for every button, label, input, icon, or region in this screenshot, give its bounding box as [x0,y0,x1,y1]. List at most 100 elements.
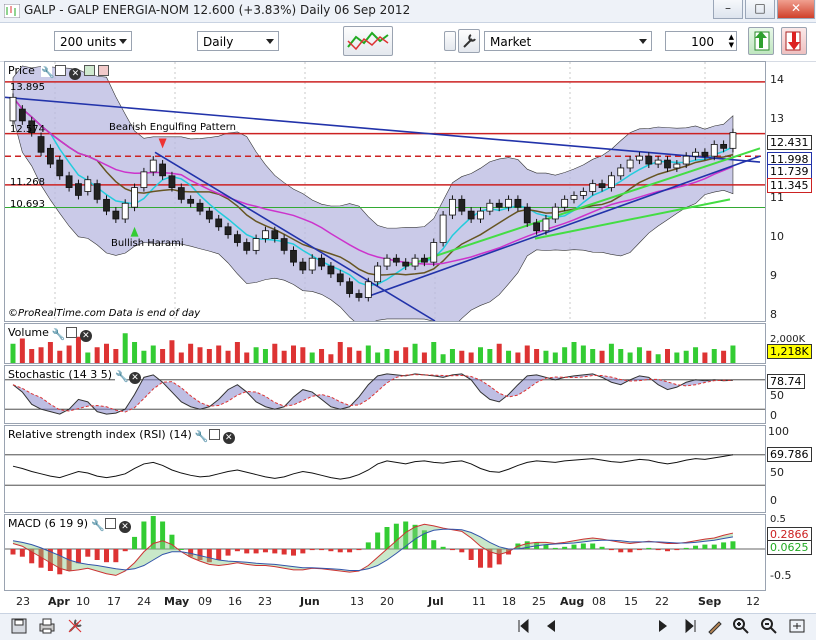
candle [65,175,73,188]
wrench-icon [463,34,476,48]
volume-bar [627,352,633,363]
quantity-value: 100 [691,35,714,49]
candle [467,210,475,220]
rsi-pane-header: Relative strength index (RSI) (14) 🔧 ✕ [8,428,235,444]
candle [187,198,195,204]
level-label-13895: 13.895 [10,82,45,93]
fit-screen-icon[interactable] [788,617,806,635]
settings-icon[interactable] [66,617,84,635]
candle [561,198,569,208]
wrench-icon[interactable]: 🔧 [51,328,66,341]
zoom-out-icon[interactable] [760,617,778,635]
arrow-left-end-icon[interactable] [514,617,532,635]
period-select[interactable]: Daily [197,31,279,51]
wrench-icon[interactable]: 🔧 [194,430,209,443]
minimize-button[interactable]: – [713,0,743,19]
volume-bar [150,345,156,363]
macd-histogram-bar [608,549,614,551]
volume-bar [618,349,624,363]
save-icon[interactable] [10,617,28,635]
macd-histogram-bar [104,549,109,563]
macd-histogram-bar [141,521,147,549]
volume-pane[interactable]: Volume 🔧 ✕ [4,323,766,364]
buy-arrow-icon [754,31,770,51]
chevron-down-icon [639,39,647,44]
candle [477,210,484,220]
arrow-right-icon[interactable] [654,617,672,635]
date-tick-label: 17 [107,595,121,608]
volume-bar [122,333,128,363]
stochastic-pane-header: Stochastic (14 3 5) 🔧 ✕ [8,368,142,384]
candle [290,249,297,263]
close-icon[interactable]: ✕ [222,432,235,444]
candle [18,108,26,122]
volume-bar [47,342,53,363]
window-icon[interactable] [65,327,77,338]
order-type-select[interactable]: Market [484,31,652,51]
price-chart[interactable] [5,62,765,321]
candle [720,144,727,149]
arrow-right-end-icon[interactable] [682,617,700,635]
stoch-value-box: 78.74 [767,374,805,389]
rsi-tick: 100 [768,425,789,438]
volume-bar [160,349,166,363]
macd-histogram-bar [562,546,568,549]
quantity-stepper-icon[interactable]: ▲ ▼ [729,33,734,49]
candle [177,187,185,200]
rsi-pane[interactable]: Relative strength index (RSI) (14) 🔧 ✕ [4,425,766,513]
stochastic-pane[interactable]: Stochastic (14 3 5) 🔧 ✕ [4,365,766,424]
rsi-value-box: 69.786 [767,447,812,462]
volume-bar [730,345,736,363]
units-select[interactable]: 200 units [54,31,132,51]
sell-button[interactable] [781,27,807,55]
collapse-handle[interactable] [444,31,456,51]
volume-bar [19,338,25,363]
window-icon[interactable] [105,518,117,529]
wrench-icon[interactable]: 🔧 [41,66,55,79]
arrow-left-icon[interactable] [542,617,560,635]
close-icon[interactable]: ✕ [119,521,132,533]
volume-bar [440,354,446,363]
volume-bar [702,352,708,363]
volume-bar [515,352,521,363]
window-icon[interactable] [208,429,220,440]
maximize-button[interactable]: □ [745,0,775,19]
candle [196,202,204,212]
volume-bar [608,343,614,363]
price-pane[interactable]: Price 🔧 ✕ 13.895 12.574 11.268 10.693 Bea… [4,61,766,322]
volume-bar [225,350,231,363]
sell-arrow-icon [785,31,801,51]
wrench-icon[interactable]: 🔧 [115,370,129,383]
date-axis: 23 Apr 10 17 24 May 09 16 23 Jun 13 20 Jul 11 18 25 Aug 0… [0,591,816,613]
macd-histogram-bar [291,549,296,556]
close-icon[interactable]: ✕ [69,68,82,80]
volume-bar [571,342,577,363]
order-settings-button[interactable] [458,29,480,53]
indicators-button[interactable] [343,26,393,56]
macd-histogram-bar [683,547,689,549]
volume-bar [291,345,296,363]
zoom-in-icon[interactable] [732,617,750,635]
macd-pane[interactable]: MACD (6 19 9) 🔧 ✕ [4,514,766,591]
remove-indicator-icon[interactable] [98,65,110,76]
volume-chart[interactable] [5,324,765,363]
add-indicator-icon[interactable] [84,65,96,76]
wrench-icon[interactable]: 🔧 [91,519,105,532]
macd-histogram-bar [618,549,624,553]
window-icon[interactable] [55,65,67,76]
close-button[interactable]: ✕ [777,0,815,19]
volume-bar [506,350,512,363]
macd-histogram-bar [552,547,558,549]
quantity-input[interactable]: 100 ▲ ▼ [665,31,737,51]
print-icon[interactable] [38,617,56,635]
drawing-tools-icon[interactable] [706,617,724,635]
candle [280,238,288,251]
candle [579,191,587,196]
chevron-down-icon [119,39,127,44]
candle [215,218,223,228]
close-icon[interactable]: ✕ [129,372,142,384]
candle [336,273,344,283]
close-icon[interactable]: ✕ [79,330,92,342]
buy-button[interactable] [748,27,774,55]
volume-bar [132,342,138,363]
